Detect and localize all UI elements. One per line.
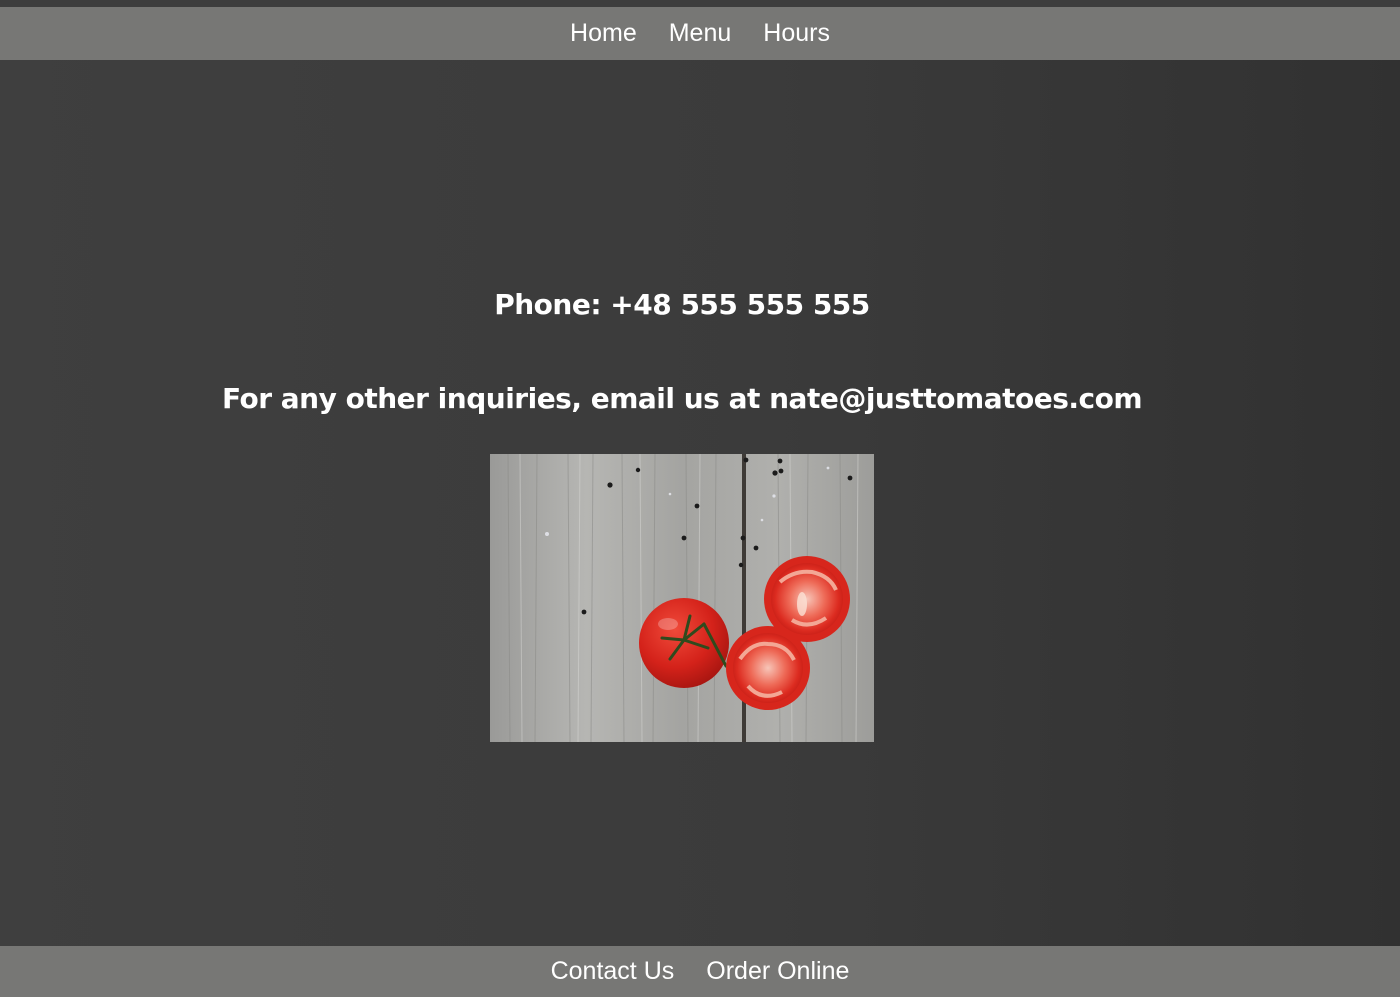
nav-link-home[interactable]: Home <box>570 21 637 46</box>
top-edge-strip <box>0 0 1400 7</box>
footer-navigation-bar: Contact Us Order Online <box>0 946 1400 997</box>
phone-number-heading: Phone: +48 555 555 555 <box>494 288 870 321</box>
nav-link-menu[interactable]: Menu <box>669 21 732 46</box>
footer-link-order-online[interactable]: Order Online <box>706 959 849 984</box>
top-navigation-bar: Home Menu Hours <box>0 7 1400 60</box>
main-content: Phone: +48 555 555 555 For any other inq… <box>0 60 1400 946</box>
footer-link-contact-us[interactable]: Contact Us <box>551 959 675 984</box>
tomatoes-photo <box>490 454 874 742</box>
nav-link-hours[interactable]: Hours <box>763 21 830 46</box>
email-inquiry-heading: For any other inquiries, email us at nat… <box>221 382 1143 415</box>
